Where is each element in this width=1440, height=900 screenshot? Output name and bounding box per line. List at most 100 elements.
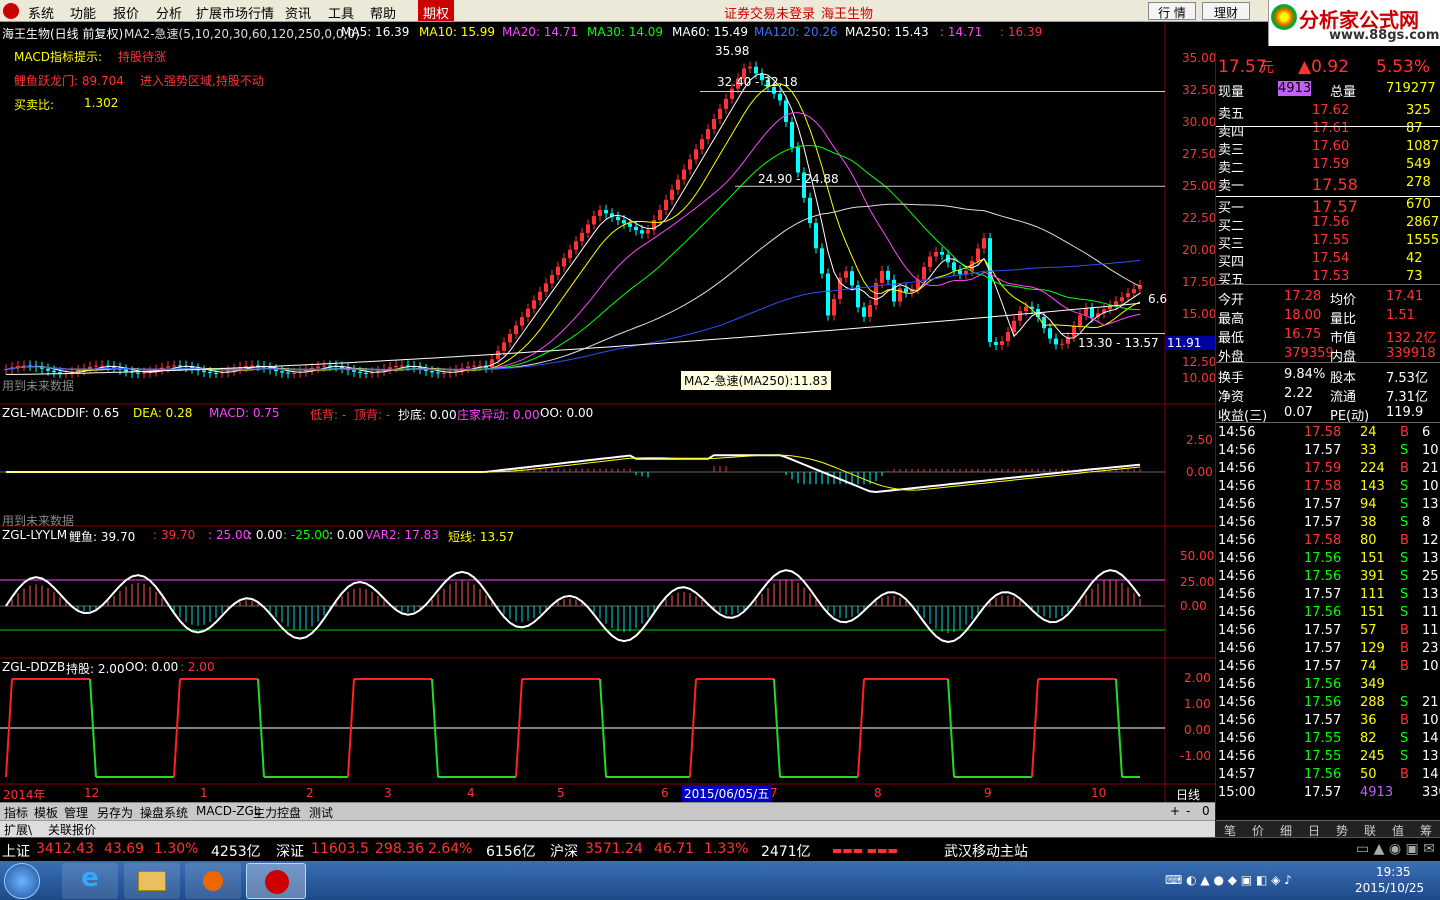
tick-row[interactable]: 14:56 17.57 94 S 13 [1216, 496, 1440, 514]
date-label: 4 [467, 786, 475, 800]
tick-row[interactable]: 14:56 17.56 391 S 25 [1216, 568, 1440, 586]
tick-row[interactable]: 15:00 17.57 4913 330 [1216, 784, 1440, 802]
bid-volume: 2867 [1406, 215, 1440, 230]
ask-row[interactable]: 卖三 17.60 1087 [1216, 138, 1440, 158]
tick-price: 17.55 [1304, 731, 1342, 746]
ask-volume: 325 [1406, 103, 1431, 118]
stat-value: 17.28 [1284, 289, 1322, 304]
candle-body [904, 288, 908, 293]
extension-tabs: 扩展\ 关联报价 [0, 820, 1215, 837]
tick-side: B [1400, 533, 1409, 548]
candle-body [862, 307, 866, 317]
right-mark-note: 6.6 [1148, 292, 1168, 306]
bid-label: 买五 [1218, 273, 1245, 288]
stat-row[interactable]: 换手 9.84% 股本 7.53亿 [1216, 366, 1440, 386]
bid-row[interactable]: 买二 17.56 2867 [1216, 214, 1440, 234]
tick-row[interactable]: 14:56 17.55 82 S 14 [1216, 730, 1440, 748]
menu-extended-market[interactable]: 扩展市场行情 [196, 3, 274, 22]
menu-function[interactable]: 功能 [70, 3, 96, 22]
bid-row[interactable]: 买四 17.54 42 [1216, 250, 1440, 270]
ie-taskbar-icon[interactable]: e [62, 863, 118, 899]
tick-row[interactable]: 14:56 17.58 143 S 10 [1216, 478, 1440, 496]
tab-trading-system[interactable]: 操盘系统 [140, 804, 188, 821]
media-player-taskbar-icon[interactable] [185, 863, 241, 899]
menu-quote[interactable]: 报价 [113, 3, 139, 22]
tick-count: 11 [1422, 605, 1439, 620]
tick-row[interactable]: 14:56 17.57 57 B 11 [1216, 622, 1440, 640]
extra-value-2: : 16.39 [1000, 25, 1043, 39]
volume-row[interactable]: 现量 4913 总量 719277 [1216, 80, 1440, 100]
candle-body [754, 66, 758, 74]
menu-analysis[interactable]: 分析 [156, 3, 182, 22]
stat-row[interactable]: 今开 17.28 均价 17.41 [1216, 288, 1440, 308]
quote-button[interactable]: 行 情 [1148, 2, 1196, 20]
tab-template[interactable]: 模板 [34, 804, 58, 821]
candle-body [58, 372, 62, 374]
lyylm-v1: : 39.70 [153, 528, 196, 542]
tab-related-quotes[interactable]: 关联报价 [48, 821, 96, 838]
sz-index-label: 深证 [276, 844, 304, 860]
tab-indicator[interactable]: 指标 [4, 804, 28, 821]
tick-row[interactable]: 14:56 17.59 224 B 21 [1216, 460, 1440, 478]
candle-body [994, 342, 998, 345]
options-button[interactable]: 期权 [418, 0, 454, 22]
stat-label: 最高 [1218, 312, 1245, 327]
stat-row[interactable]: 收益(三) 0.07 PE(动) 119.9 [1216, 404, 1440, 424]
ask-row[interactable]: 卖一 17.58 278 [1216, 174, 1440, 194]
candle-body [472, 365, 476, 367]
reset-icon[interactable]: 0 [1202, 804, 1210, 818]
tab-extension[interactable]: 扩展\ [4, 821, 32, 838]
bid-row[interactable]: 买一 17.57 670 [1216, 196, 1440, 216]
tick-row[interactable]: 14:56 17.57 33 S 10 [1216, 442, 1440, 460]
remove-tab-icon[interactable]: - [1186, 804, 1190, 818]
menu-system[interactable]: 系统 [28, 3, 54, 22]
tick-row[interactable]: 14:56 17.57 36 B 10 [1216, 712, 1440, 730]
candle-body [1126, 293, 1130, 298]
stock-app-taskbar-icon[interactable] [246, 863, 306, 899]
chart-area[interactable]: 海王生物(日线 前复权) MA2-急速(5,10,20,30,60,120,25… [0, 22, 1217, 803]
future-data-note: 用到未来数据 [2, 379, 75, 393]
explorer-taskbar-icon[interactable] [124, 863, 180, 899]
tab-save-as[interactable]: 另存为 [97, 804, 133, 821]
period-label[interactable]: 日线 [1176, 786, 1200, 803]
stat-row[interactable]: 最高 18.00 量比 1.51 [1216, 307, 1440, 327]
tick-row[interactable]: 14:56 17.56 349 [1216, 676, 1440, 694]
price-axis-label: 22.50 [1182, 211, 1217, 225]
menu-tools[interactable]: 工具 [328, 3, 354, 22]
ask-row[interactable]: 卖二 17.59 549 [1216, 156, 1440, 176]
tray-icons[interactable]: ⌨ ◐ ▲ ● ◆ ▣ ◧ ◈ ♪ [1165, 873, 1292, 887]
finance-button[interactable]: 理财 [1202, 2, 1250, 20]
carp-hint-label: 鲤鱼跃龙门: 89.704 [14, 74, 124, 88]
ask-row[interactable]: 卖四 17.61 87 [1216, 120, 1440, 140]
menu-news[interactable]: 资讯 [285, 3, 311, 22]
stat-row[interactable]: 净资 2.22 流通 7.31亿 [1216, 385, 1440, 405]
candle-body [706, 129, 710, 140]
stat-row[interactable]: 外盘 379359 内盘 339918 [1216, 345, 1440, 365]
candle-body [1006, 332, 1010, 342]
tick-row[interactable]: 14:56 17.58 24 B 6 [1216, 424, 1440, 442]
add-tab-icon[interactable]: + [1170, 804, 1180, 818]
stat-value: 7.53亿 [1386, 371, 1428, 386]
tick-row[interactable]: 14:56 17.56 288 S 21 [1216, 694, 1440, 712]
ticker-control-icons[interactable]: ▭ ▲ ◉ ▣ ✉ [1356, 841, 1435, 857]
tick-row[interactable]: 14:56 17.58 80 B 12 [1216, 532, 1440, 550]
tick-row[interactable]: 14:56 17.56 151 S 13 [1216, 550, 1440, 568]
menu-help[interactable]: 帮助 [370, 3, 396, 22]
tab-macd-zgl[interactable]: MACD-ZGL [196, 804, 261, 818]
tick-row[interactable]: 14:56 17.55 245 S 13 [1216, 748, 1440, 766]
tick-row[interactable]: 14:56 17.57 74 B 10 [1216, 658, 1440, 676]
tick-row[interactable]: 14:56 17.57 111 S 13 [1216, 586, 1440, 604]
tick-row[interactable]: 14:56 17.57 38 S 8 [1216, 514, 1440, 532]
tick-row[interactable]: 14:56 17.56 151 S 11 [1216, 604, 1440, 622]
tab-main-control[interactable]: 主力控盘 [253, 804, 301, 821]
start-button[interactable] [4, 863, 40, 899]
bid-row[interactable]: 买三 17.55 1555 [1216, 232, 1440, 252]
ask-row[interactable]: 卖五 17.62 325 [1216, 102, 1440, 122]
stat-row[interactable]: 最低 16.75 市值 132.2亿 [1216, 326, 1440, 346]
tick-row[interactable]: 14:57 17.56 50 B 14 [1216, 766, 1440, 784]
price-summary[interactable]: 17.57 元 ▲0.92 5.53% [1216, 56, 1440, 77]
tick-row[interactable]: 14:56 17.57 129 B 23 [1216, 640, 1440, 658]
tab-test[interactable]: 测试 [309, 804, 333, 821]
tab-manage[interactable]: 管理 [64, 804, 88, 821]
tick-price: 17.56 [1304, 767, 1342, 782]
